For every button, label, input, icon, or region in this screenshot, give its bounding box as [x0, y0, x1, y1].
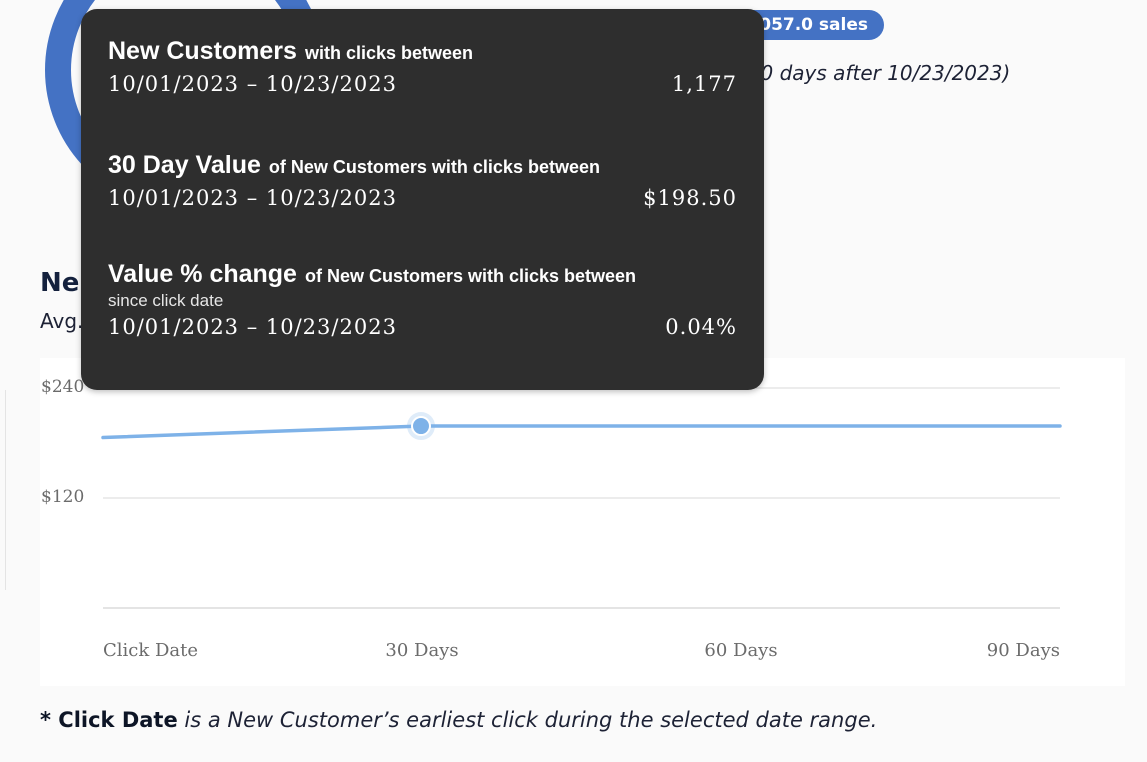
- x-tick-label: 90 Days: [987, 640, 1060, 661]
- footnote-text: is a New Customer’s earliest click durin…: [184, 708, 878, 732]
- x-tick-label: 60 Days: [704, 640, 777, 661]
- x-tick-label: 30 Days: [385, 640, 458, 661]
- hover-data-point: [411, 416, 431, 437]
- tooltip-title: 30 Day Value: [108, 151, 261, 179]
- tooltip-value: $198.50: [643, 186, 737, 210]
- tooltip-subtitle: with clicks between: [304, 43, 474, 63]
- tooltip-value-change: Value % change of New Customers with clic…: [108, 260, 737, 339]
- sidebar-edge: [0, 390, 6, 590]
- tooltip-subtitle: of New Customers with clicks between: [304, 266, 637, 286]
- tooltip-title: New Customers: [108, 37, 297, 65]
- chart-svg: $240 $120 Click Date 30 Days 60 Days 90 Days: [41, 377, 1062, 661]
- tooltip-30-day-value: 30 Day Value of New Customers with clicks…: [108, 151, 737, 210]
- value-line-chart: $240 $120 Click Date 30 Days 60 Days 90 Days: [40, 358, 1125, 686]
- tooltip-subtitle: of New Customers with clicks between: [268, 157, 600, 177]
- tooltip-value: 0.04%: [665, 315, 737, 339]
- tooltip-note: since click date: [108, 291, 224, 310]
- footnote-term: * Click Date: [40, 708, 178, 732]
- chart-tooltip: New Customers with clicks between 10/01/2…: [81, 9, 764, 390]
- tooltip-value: 1,177: [671, 72, 737, 96]
- tooltip-date-range: 10/01/2023 – 10/23/2023: [108, 186, 397, 210]
- tooltip-new-customers: New Customers with clicks between 10/01/2…: [108, 37, 737, 96]
- tooltip-date-range: 10/01/2023 – 10/23/2023: [108, 315, 397, 339]
- y-tick-label: $240: [41, 377, 84, 397]
- tooltip-date-range: 10/01/2023 – 10/23/2023: [108, 72, 397, 96]
- series-line: [101, 424, 1062, 440]
- tooltip-title: Value % change: [108, 260, 297, 288]
- y-tick-label: $120: [41, 487, 84, 507]
- click-date-footnote: * Click Date is a New Customer’s earlies…: [40, 708, 877, 732]
- period-note: (90 days after 10/23/2023): [740, 61, 1011, 85]
- x-tick-label: Click Date: [103, 640, 198, 661]
